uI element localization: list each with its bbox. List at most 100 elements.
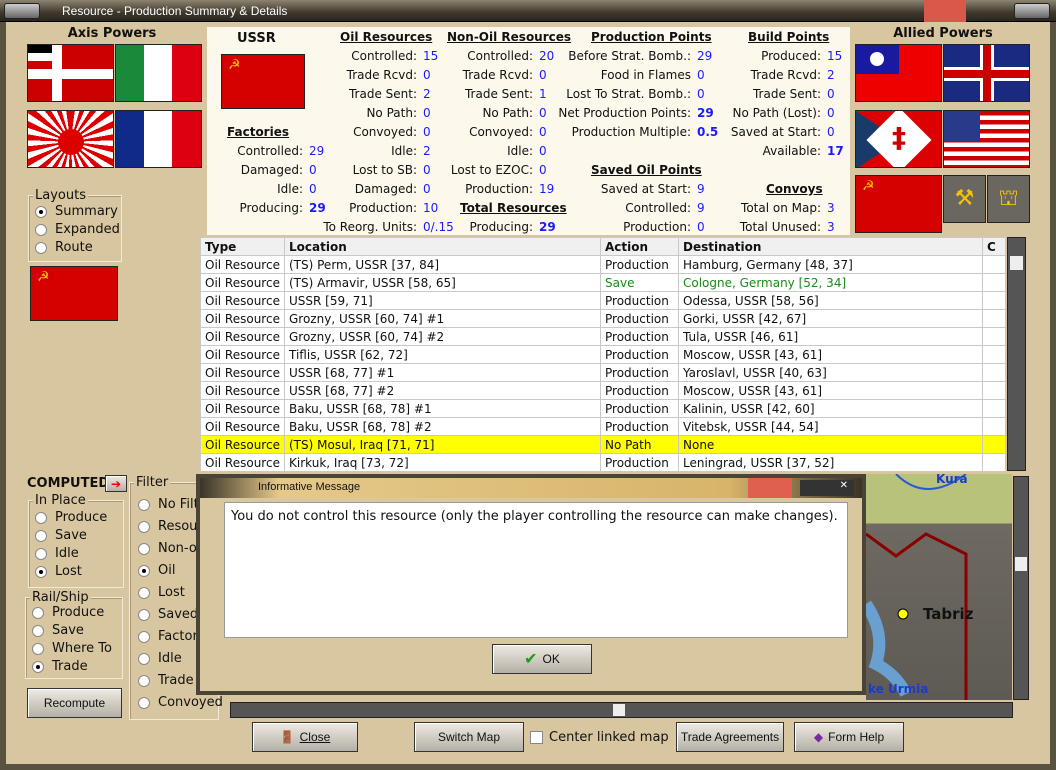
- map-vertical-scrollbar[interactable]: [1013, 476, 1029, 700]
- table-row[interactable]: Oil Resource (TS) Armavir, USSR [58, 65] S…: [200, 273, 1006, 292]
- rail-ship-title: Rail/Ship: [30, 590, 91, 605]
- cell: Production: [600, 345, 679, 364]
- filter-radio-non-o[interactable]: Non-o: [138, 541, 197, 556]
- cell: Oil Resource: [200, 363, 285, 382]
- trade-agreements-button[interactable]: Trade Agreements: [676, 722, 784, 752]
- dialog-close-button[interactable]: ✕: [800, 480, 854, 496]
- computed-label: COMPUTED: [27, 476, 110, 491]
- nonoil-row: Lost to EZOC: 0: [387, 163, 547, 177]
- col-destination[interactable]: Destination: [678, 237, 983, 256]
- cell: Save: [600, 273, 679, 292]
- filter-radio-trade[interactable]: Trade: [138, 673, 194, 688]
- cell: [982, 417, 1006, 436]
- mini-map[interactable]: Kura Tabriz ke Urmia: [866, 474, 1012, 700]
- inplace-radio-idle[interactable]: Idle: [35, 546, 79, 561]
- center-linked-map-checkbox[interactable]: Center linked map: [530, 730, 669, 745]
- form-help-button[interactable]: ◆ Form Help: [794, 722, 904, 752]
- ussr-allied-flag[interactable]: [855, 175, 942, 233]
- cell: Cologne, Germany [52, 34]: [678, 273, 983, 292]
- vichy-france-flag[interactable]: [115, 110, 202, 168]
- table-row[interactable]: Oil Resource (TS) Perm, USSR [37, 84] Prod…: [200, 255, 1006, 274]
- cell: [982, 381, 1006, 400]
- usa-flag[interactable]: [943, 110, 1030, 168]
- stat-label: Food in Flames: [600, 68, 691, 82]
- filter-radio-lost[interactable]: Lost: [138, 585, 185, 600]
- filter-radio-idle[interactable]: Idle: [138, 651, 182, 666]
- cell: Oil Resource: [200, 381, 285, 400]
- cell: Kalinin, USSR [42, 60]: [678, 399, 983, 418]
- savedoil-heading: Saved Oil Points: [591, 163, 702, 177]
- japan-flag[interactable]: [27, 110, 114, 168]
- cell: Oil Resource: [200, 291, 285, 310]
- arrow-right-icon[interactable]: ➔: [105, 475, 127, 492]
- filter-radio-no-filt[interactable]: No Filt: [138, 497, 199, 512]
- oil-derrick-icon[interactable]: ⛫: [987, 175, 1030, 223]
- railship-radio-save[interactable]: Save: [32, 623, 84, 638]
- dialog-title-bar[interactable]: Informative Message ✕: [200, 478, 862, 498]
- map-label-kura: Kura: [936, 474, 968, 486]
- cell: Odessa, USSR [58, 56]: [678, 291, 983, 310]
- free-france-flag[interactable]: ‡: [855, 110, 942, 168]
- cell: Oil Resource: [200, 453, 285, 471]
- layout-expanded-radio[interactable]: Expanded: [35, 222, 120, 237]
- col-location[interactable]: Location: [284, 237, 601, 256]
- switch-map-button[interactable]: Switch Map: [414, 722, 524, 752]
- inplace-radio-lost[interactable]: Lost: [35, 564, 82, 579]
- stat-value: 3: [827, 220, 835, 234]
- recompute-button[interactable]: Recompute: [27, 688, 122, 718]
- checkmark-icon: ✔: [524, 651, 538, 668]
- system-menu-button[interactable]: [4, 3, 40, 19]
- exit-door-icon: 🚪: [279, 730, 295, 744]
- table-row[interactable]: Oil Resource Kirkuk, Iraq [73, 72] Product…: [200, 453, 1006, 471]
- railship-radio-where-to[interactable]: Where To: [32, 641, 112, 656]
- table-row[interactable]: Oil Resource Tiflis, USSR [62, 72] Product…: [200, 345, 1006, 364]
- map-horizontal-scrollbar[interactable]: [230, 702, 1013, 718]
- close-button[interactable]: 🚪 Close: [252, 722, 358, 752]
- table-row[interactable]: Oil Resource USSR [68, 77] #1 Production Ya…: [200, 363, 1006, 382]
- germany-flag[interactable]: [27, 44, 114, 102]
- map-label-urmia: ke Urmia: [868, 682, 929, 696]
- layout-route-radio[interactable]: Route: [35, 240, 93, 255]
- table-row[interactable]: Oil Resource (TS) Mosul, Iraq [71, 71] No …: [200, 435, 1006, 454]
- table-row[interactable]: Oil Resource Grozny, USSR [60, 74] #1 Prod…: [200, 309, 1006, 328]
- mining-icon[interactable]: ⚒: [943, 175, 986, 223]
- filter-radio-convoyed[interactable]: Convoyed: [138, 695, 223, 710]
- inplace-radio-produce[interactable]: Produce: [35, 510, 107, 525]
- filter-radio-saved[interactable]: Saved: [138, 607, 198, 622]
- nonoil-row: Idle: 0: [387, 144, 547, 158]
- filter-title: Filter: [134, 475, 171, 490]
- layout-summary-radio[interactable]: Summary: [35, 204, 118, 219]
- build-row: No Path (Lost): 0: [677, 106, 835, 120]
- china-flag[interactable]: [855, 44, 942, 102]
- italy-flag[interactable]: [115, 44, 202, 102]
- resource-table[interactable]: Type Location Action Destination C Oil R…: [200, 237, 1006, 471]
- railship-radio-trade[interactable]: Trade: [32, 659, 88, 674]
- col-action[interactable]: Action: [600, 237, 679, 256]
- railship-radio-produce[interactable]: Produce: [32, 605, 104, 620]
- filter-radio-resour[interactable]: Resour: [138, 519, 203, 534]
- ok-button[interactable]: ✔ OK: [492, 644, 592, 674]
- production-row: Lost To Strat. Bomb.: 0: [507, 87, 704, 101]
- uk-flag[interactable]: [943, 44, 1030, 102]
- table-row[interactable]: Oil Resource USSR [68, 77] #2 Production Mo…: [200, 381, 1006, 400]
- filter-radio-oil[interactable]: Oil: [138, 563, 175, 578]
- table-row[interactable]: Oil Resource Grozny, USSR [60, 74] #2 Prod…: [200, 327, 1006, 346]
- col-c[interactable]: C: [982, 237, 1006, 256]
- table-row[interactable]: Oil Resource USSR [59, 71] Production Odess…: [200, 291, 1006, 310]
- table-row[interactable]: Oil Resource Baku, USSR [68, 78] #1 Produc…: [200, 399, 1006, 418]
- cell: Hamburg, Germany [48, 37]: [678, 255, 983, 274]
- cell: Oil Resource: [200, 345, 285, 364]
- stat-label: Lost To Strat. Bomb.:: [566, 87, 691, 101]
- inplace-radio-save[interactable]: Save: [35, 528, 87, 543]
- stat-label: Before Strat. Bomb.:: [568, 49, 691, 63]
- in-place-group: In Place Produce Save Idle Lost: [28, 493, 124, 588]
- table-scrollbar[interactable]: [1007, 237, 1026, 471]
- help-book-icon: ◆: [813, 730, 824, 744]
- col-type[interactable]: Type: [200, 237, 285, 256]
- close-window-button[interactable]: [1014, 3, 1050, 19]
- in-place-title: In Place: [33, 493, 88, 508]
- cell: [982, 435, 1006, 454]
- filter-radio-factor[interactable]: Factor: [138, 629, 198, 644]
- stat-label: Total on Map:: [741, 201, 821, 215]
- table-row[interactable]: Oil Resource Baku, USSR [68, 78] #2 Produc…: [200, 417, 1006, 436]
